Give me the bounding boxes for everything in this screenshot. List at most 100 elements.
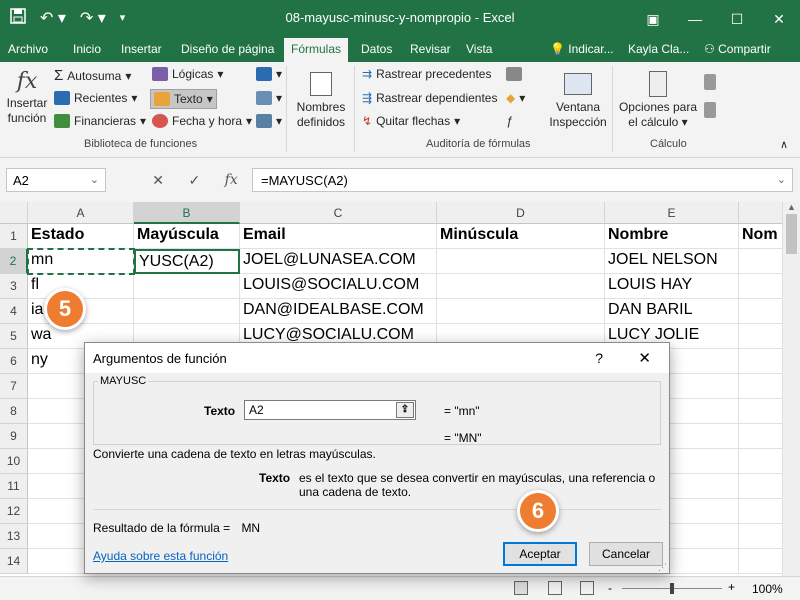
cancel-entry-icon[interactable]: ✕ bbox=[152, 172, 164, 189]
cell[interactable]: Estado bbox=[28, 224, 134, 249]
cell[interactable]: Email bbox=[240, 224, 437, 249]
column-header-e[interactable]: E bbox=[605, 202, 739, 224]
row-header[interactable]: 5 bbox=[0, 324, 28, 349]
row-header[interactable]: 2 bbox=[0, 249, 28, 274]
ok-button[interactable]: Aceptar bbox=[503, 542, 577, 566]
row-header[interactable]: 7 bbox=[0, 374, 28, 399]
error-checking-icon[interactable]: ◆ ▾ bbox=[506, 91, 525, 105]
more-functions-button[interactable]: ▾ bbox=[256, 114, 282, 128]
cell[interactable] bbox=[437, 274, 605, 299]
cell[interactable]: Minúscula bbox=[437, 224, 605, 249]
row-header[interactable]: 12 bbox=[0, 499, 28, 524]
cell[interactable]: YUSC(A2) bbox=[134, 249, 240, 274]
column-header-d[interactable]: D bbox=[437, 202, 605, 224]
datetime-button[interactable]: Fecha y hora ▾ bbox=[152, 114, 252, 128]
cell[interactable]: DAN BARIL bbox=[605, 299, 739, 324]
remove-arrows-button[interactable]: ↯ Quitar flechas ▾ bbox=[362, 114, 460, 128]
page-layout-icon[interactable] bbox=[548, 581, 562, 595]
insert-function-button[interactable]: fx Insertar función bbox=[4, 68, 50, 126]
maximize-icon[interactable]: ☐ bbox=[716, 0, 758, 38]
row-header[interactable]: 10 bbox=[0, 449, 28, 474]
scroll-thumb[interactable] bbox=[786, 214, 797, 254]
calc-sheet-icon[interactable] bbox=[704, 102, 716, 118]
minimize-icon[interactable]: — bbox=[674, 0, 716, 38]
watch-window-button[interactable]: Ventana Inspección bbox=[544, 68, 612, 130]
lookup-button[interactable]: ▾ bbox=[256, 67, 282, 81]
ribbon-display-icon[interactable]: ▣ bbox=[632, 0, 674, 38]
trace-precedents-button[interactable]: ⇉ Rastrear precedentes bbox=[362, 67, 491, 81]
financial-button[interactable]: Financieras ▾ bbox=[54, 114, 146, 128]
expand-formula-icon[interactable]: ⌄ bbox=[777, 173, 786, 186]
help-icon[interactable]: ? bbox=[595, 350, 603, 366]
collapse-ribbon-icon[interactable]: ∧ bbox=[780, 138, 788, 151]
close-icon[interactable]: ✕ bbox=[758, 0, 800, 38]
close-icon[interactable]: ✕ bbox=[638, 349, 651, 367]
cell[interactable]: Nombre bbox=[605, 224, 739, 249]
cell[interactable]: Mayúscula bbox=[134, 224, 240, 249]
row-header[interactable]: 11 bbox=[0, 474, 28, 499]
defined-names-button[interactable]: Nombres definidos bbox=[292, 68, 350, 130]
fx-insert-icon[interactable]: fx bbox=[225, 172, 238, 188]
zoom-slider[interactable] bbox=[622, 583, 722, 594]
tell-me-box[interactable]: 💡 Indicar... bbox=[550, 42, 614, 56]
evaluate-formula-icon[interactable]: ƒ bbox=[506, 114, 513, 128]
tab-inicio[interactable]: Inicio bbox=[73, 42, 101, 56]
row-header[interactable]: 4 bbox=[0, 299, 28, 324]
normal-view-icon[interactable] bbox=[514, 581, 528, 595]
recent-button[interactable]: Recientes ▾ bbox=[54, 91, 137, 105]
cell[interactable]: DAN@IDEALBASE.COM bbox=[240, 299, 437, 324]
page-break-icon[interactable] bbox=[580, 581, 594, 595]
tab-vista[interactable]: Vista bbox=[466, 42, 492, 56]
tab-diseno-pagina[interactable]: Diseño de página bbox=[181, 42, 274, 56]
zoom-level[interactable]: 100% bbox=[752, 582, 783, 596]
row-header[interactable]: 13 bbox=[0, 524, 28, 549]
enter-check-icon[interactable]: ✓ bbox=[188, 172, 200, 189]
tab-insertar[interactable]: Insertar bbox=[121, 42, 162, 56]
autosum-button[interactable]: Σ Autosuma ▾ bbox=[54, 67, 131, 84]
zoom-out-button[interactable]: - bbox=[608, 581, 612, 595]
row-header[interactable]: 9 bbox=[0, 424, 28, 449]
cell[interactable] bbox=[437, 299, 605, 324]
calc-now-icon[interactable] bbox=[704, 74, 716, 90]
select-all-corner[interactable] bbox=[0, 202, 28, 224]
resize-grip-icon[interactable]: ⋰ bbox=[658, 562, 667, 573]
cell[interactable]: JOEL NELSON bbox=[605, 249, 739, 274]
cell[interactable] bbox=[134, 299, 240, 324]
tab-archivo[interactable]: Archivo bbox=[8, 42, 48, 56]
formula-input[interactable]: =MAYUSC(A2) ⌄ bbox=[252, 168, 793, 192]
tab-datos[interactable]: Datos bbox=[361, 42, 392, 56]
row-header[interactable]: 8 bbox=[0, 399, 28, 424]
tab-revisar[interactable]: Revisar bbox=[410, 42, 451, 56]
tab-formulas[interactable]: Fórmulas bbox=[284, 38, 349, 62]
help-link[interactable]: Ayuda sobre esta función bbox=[93, 549, 228, 563]
row-header[interactable]: 14 bbox=[0, 549, 28, 574]
text-button[interactable]: Texto ▾ bbox=[150, 89, 217, 109]
trace-dependents-button[interactable]: ⇶ Rastrear dependientes bbox=[362, 91, 497, 105]
row-header[interactable]: 1 bbox=[0, 224, 28, 249]
logical-button[interactable]: Lógicas ▾ bbox=[152, 67, 223, 81]
cell[interactable]: JOEL@LUNASEA.COM bbox=[240, 249, 437, 274]
row-header[interactable]: 3 bbox=[0, 274, 28, 299]
arg-text-input[interactable]: A2 ⇪ bbox=[244, 400, 416, 420]
column-header-c[interactable]: C bbox=[240, 202, 437, 224]
calc-options-button[interactable]: Opciones para el cálculo ▾ bbox=[616, 68, 700, 130]
math-button[interactable]: ▾ bbox=[256, 91, 282, 105]
zoom-in-button[interactable]: + bbox=[728, 580, 735, 594]
cell[interactable]: LOUIS HAY bbox=[605, 274, 739, 299]
cell[interactable] bbox=[437, 249, 605, 274]
cell[interactable]: LOUIS@SOCIALU.COM bbox=[240, 274, 437, 299]
row-header[interactable]: 6 bbox=[0, 349, 28, 374]
show-formulas-icon[interactable] bbox=[506, 67, 522, 81]
column-header-b[interactable]: B bbox=[134, 202, 240, 224]
share-button[interactable]: ⚇ Compartir bbox=[704, 42, 771, 56]
scroll-up-icon[interactable]: ▲ bbox=[783, 202, 800, 212]
vertical-scrollbar[interactable]: ▲ bbox=[782, 202, 800, 576]
user-name[interactable]: Kayla Cla... bbox=[628, 42, 689, 56]
column-header-a[interactable]: A bbox=[28, 202, 134, 224]
zoom-thumb[interactable] bbox=[670, 583, 674, 594]
name-box[interactable]: A2 ⌄ bbox=[6, 168, 106, 192]
cell[interactable] bbox=[134, 274, 240, 299]
cancel-button[interactable]: Cancelar bbox=[589, 542, 663, 566]
collapse-dialog-icon[interactable]: ⇪ bbox=[396, 402, 414, 418]
cell[interactable]: mn bbox=[28, 249, 134, 274]
